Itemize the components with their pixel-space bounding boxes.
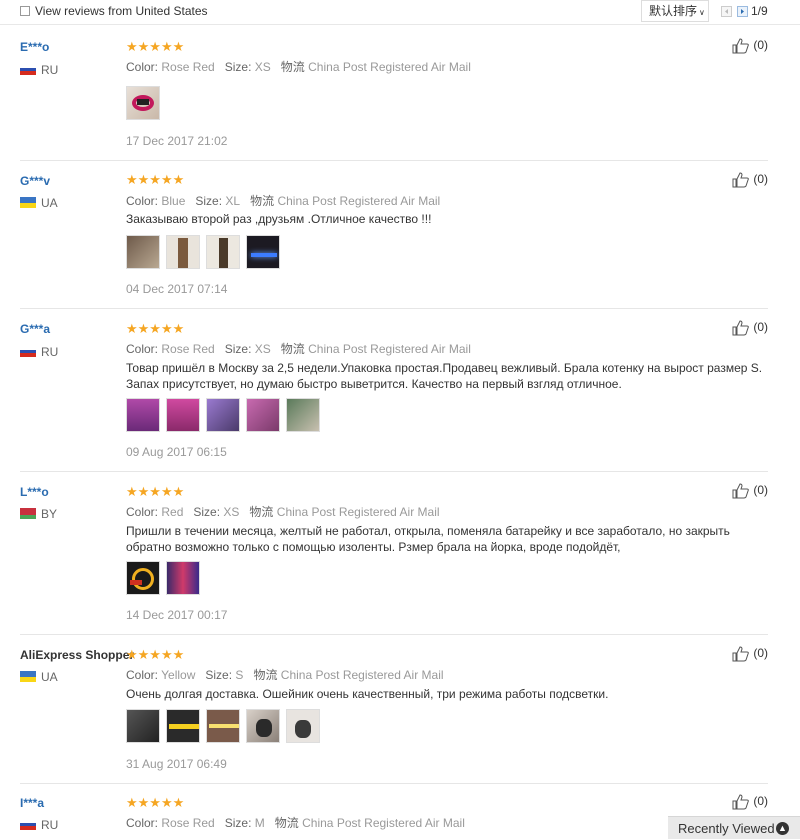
review-photo[interactable] xyxy=(126,561,160,595)
review-attributes: Color: Rose Red Size: XS 物流 China Post Reg… xyxy=(126,342,471,356)
review-photo[interactable] xyxy=(246,709,280,743)
review-photo[interactable] xyxy=(166,561,200,595)
review-photo[interactable] xyxy=(206,709,240,743)
sort-label: 默认排序 xyxy=(649,4,698,18)
review-text: Заказываю второй раз ,друзьям .Отличное … xyxy=(126,212,432,226)
star-rating: ★★★★★ xyxy=(126,172,185,187)
page-indicator: 1/9 xyxy=(751,4,768,18)
reviewer-name[interactable]: E***o xyxy=(20,40,49,54)
star-rating: ★★★★★ xyxy=(126,647,185,662)
helpful-button[interactable]: (0) xyxy=(732,483,768,499)
review-photo[interactable] xyxy=(126,398,160,432)
star-rating: ★★★★★ xyxy=(126,484,185,499)
reviewer-country: UA xyxy=(41,196,58,210)
review-text: Пришли в течении месяца, желтый не работ… xyxy=(126,524,730,554)
reviewer-country: RU xyxy=(41,63,59,77)
thumbs-up-icon xyxy=(732,38,749,54)
review-photo[interactable] xyxy=(246,398,280,432)
review-photo[interactable] xyxy=(166,235,200,269)
thumbs-up-icon xyxy=(732,646,749,662)
flag-ru-icon xyxy=(20,64,36,76)
review-divider xyxy=(20,308,768,309)
reviewer-name[interactable]: G***a xyxy=(20,322,50,336)
chevron-up-icon[interactable]: ▲ xyxy=(776,822,789,835)
flag-ua-icon xyxy=(20,671,36,682)
review-attributes: Color: Rose Red Size: M 物流 China Post Regi… xyxy=(126,816,465,830)
thumbs-up-icon xyxy=(732,483,749,499)
recently-viewed-tab[interactable]: Recently Viewed ▲ xyxy=(668,816,800,839)
review-photo[interactable] xyxy=(206,235,240,269)
review-photo[interactable] xyxy=(206,398,240,432)
chevron-down-icon: ∨ xyxy=(699,8,705,17)
us-filter-checkbox[interactable] xyxy=(20,6,30,16)
flag-by-icon xyxy=(20,508,36,519)
thumbs-up-icon xyxy=(732,172,749,188)
chevron-right-icon xyxy=(741,9,744,14)
review-photo[interactable] xyxy=(166,709,200,743)
helpful-button[interactable]: (0) xyxy=(732,172,768,188)
reviewer-name[interactable]: I***a xyxy=(20,796,44,810)
chevron-left-icon xyxy=(725,9,728,14)
review-divider xyxy=(20,634,768,635)
review-photo[interactable] xyxy=(126,86,160,120)
review-photo[interactable] xyxy=(246,235,280,269)
review-photo[interactable] xyxy=(166,398,200,432)
flag-ru-icon xyxy=(20,346,36,358)
review-text: Очень долгая доставка. Ошейник очень кач… xyxy=(126,687,609,701)
review-divider xyxy=(20,471,768,472)
reviewer-country: RU xyxy=(41,345,59,359)
review-photo[interactable] xyxy=(126,235,160,269)
reviewer-name[interactable]: G***v xyxy=(20,174,50,188)
review-divider xyxy=(20,160,768,161)
review-photo[interactable] xyxy=(286,398,320,432)
review-date: 17 Dec 2017 21:02 xyxy=(126,134,228,148)
review-divider xyxy=(20,783,768,784)
reviewer-name[interactable]: L***o xyxy=(20,485,49,499)
review-photo[interactable] xyxy=(286,709,320,743)
helpful-button[interactable]: (0) xyxy=(732,320,768,336)
helpful-button[interactable]: (0) xyxy=(732,38,768,54)
thumbs-up-icon xyxy=(732,794,749,810)
review-attributes: Color: Blue Size: XL 物流 China Post Registe… xyxy=(126,194,441,208)
prev-page-button[interactable] xyxy=(721,6,732,17)
review-attributes: Color: Yellow Size: S 物流 China Post Regist… xyxy=(126,668,444,682)
reviewer-country: UA xyxy=(41,670,58,684)
star-rating: ★★★★★ xyxy=(126,795,185,810)
review-attributes: Color: Red Size: XS 物流 China Post Register… xyxy=(126,505,440,519)
helpful-button[interactable]: (0) xyxy=(732,794,768,810)
review-photo[interactable] xyxy=(126,709,160,743)
reviewer-country: BY xyxy=(41,507,58,521)
sort-dropdown[interactable]: 默认排序 ∨ xyxy=(641,0,709,22)
reviewer-country: RU xyxy=(41,818,59,832)
us-filter-label[interactable]: View reviews from United States xyxy=(35,4,208,18)
helpful-button[interactable]: (0) xyxy=(732,646,768,662)
reviews-toolbar: View reviews from United States 默认排序 ∨ 1/… xyxy=(0,0,800,25)
reviewer-name[interactable]: AliExpress Shopper xyxy=(20,648,134,662)
star-rating: ★★★★★ xyxy=(126,321,185,336)
review-date: 14 Dec 2017 00:17 xyxy=(126,608,228,622)
recently-viewed-label: Recently Viewed xyxy=(678,821,775,836)
review-date: 04 Dec 2017 07:14 xyxy=(126,282,228,296)
flag-ua-icon xyxy=(20,197,36,208)
flag-ru-icon xyxy=(20,819,36,831)
review-date: 09 Aug 2017 06:15 xyxy=(126,445,227,459)
thumbs-up-icon xyxy=(732,320,749,336)
review-attributes: Color: Rose Red Size: XS 物流 China Post Reg… xyxy=(126,60,471,74)
next-page-button[interactable] xyxy=(737,6,748,17)
star-rating: ★★★★★ xyxy=(126,39,185,54)
review-date: 31 Aug 2017 06:49 xyxy=(126,757,227,771)
review-text: Товар пришёл в Москву за 2,5 недели.Упак… xyxy=(126,361,763,391)
